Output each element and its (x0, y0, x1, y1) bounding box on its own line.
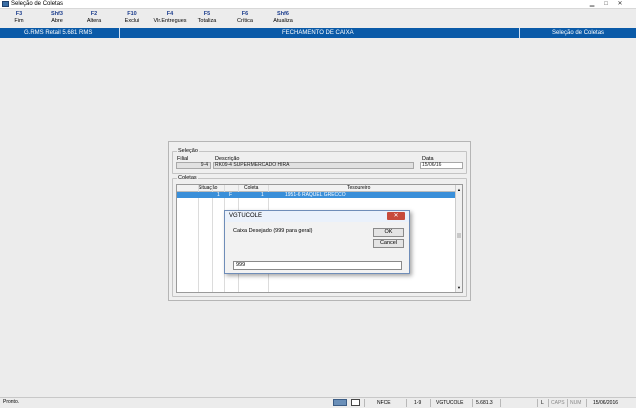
status-panel: L (537, 399, 547, 407)
status-panel: 1-9 (406, 399, 428, 407)
cell-situacao-1: 1 (217, 192, 220, 198)
table-row[interactable]: 1 F 1 1951-6 RAQUEL GRECCO (177, 192, 456, 198)
key-label: F5 (203, 11, 211, 17)
toolbar-button-totaliza[interactable]: F5 Totaliza (195, 11, 219, 25)
scroll-up-icon[interactable]: ▲ (457, 187, 461, 192)
descricao-field[interactable]: RK09-4 SUPERMERCADO HIRA (213, 162, 414, 169)
dialog-title: VGTUCOLE (229, 213, 263, 219)
app-header-bar: G.RMS Retail 5.681 RMS FECHAMENTO DE CAI… (0, 28, 636, 38)
dialog-close-icon[interactable]: ✕ (387, 212, 405, 220)
cell-situacao-2: F (229, 192, 233, 198)
grid-header: Situação Coleta Tesoureiro (177, 185, 456, 192)
cancel-button[interactable]: Cancel (373, 239, 404, 248)
maximize-icon[interactable]: □ (600, 0, 612, 8)
key-label: Shf6 (277, 11, 289, 17)
status-panel: 15/06/2016 (586, 399, 634, 407)
group-label: Seleção (177, 148, 199, 154)
key-label: F3 (15, 11, 23, 17)
button-label: Exclui (124, 18, 140, 24)
grid-line (212, 185, 213, 292)
key-label: F2 (90, 11, 98, 17)
input-dialog: VGTUCOLE ✕ Caixa Desejado (999 para gera… (224, 210, 410, 274)
toolbar-button-altera[interactable]: F2 Altera (84, 11, 104, 25)
key-label: F10 (127, 11, 137, 17)
key-label: F6 (241, 11, 249, 17)
close-icon[interactable]: ✕ (614, 0, 626, 8)
status-panel: NUM (567, 399, 585, 407)
app-icon (2, 1, 9, 7)
toolbar-button-fim[interactable]: F3 Fim (10, 11, 28, 25)
status-panel: CAPS (548, 399, 566, 407)
cell-tesoureiro: 1951-6 RAQUEL GRECCO (285, 192, 346, 198)
data-field[interactable]: 15/06/16 (420, 162, 463, 169)
toolbar-button-atualiza[interactable]: Shf6 Atualiza (270, 11, 296, 25)
dialog-titlebar: VGTUCOLE ✕ (225, 211, 409, 222)
toolbar-button-vlr-entregues[interactable]: F4 Vlr.Entregues (152, 11, 188, 25)
column-header-tesoureiro[interactable]: Tesoureiro (347, 185, 370, 192)
divider (519, 28, 520, 38)
status-panel: VGTUCOLE (430, 399, 470, 407)
toolbar-button-exclui[interactable]: F10 Exclui (122, 11, 142, 25)
column-header-situacao[interactable]: Situação (198, 185, 217, 192)
screen-title: Seleção de Coletas (552, 30, 605, 36)
module-title: FECHAMENTO DE CAIXA (282, 30, 354, 36)
status-bar: Pronto. NFCE 1-9 VGTUCOLE 5.681.3 L CAPS… (0, 397, 636, 407)
status-panel (500, 399, 535, 407)
scroll-thumb[interactable] (457, 233, 461, 238)
key-label: Shf3 (51, 11, 63, 17)
product-name: G.RMS Retail 5.681 RMS (24, 30, 93, 36)
toolbar-button-abre[interactable]: Shf3 Abre (46, 11, 68, 25)
toolbar-button-critica[interactable]: F6 Crítica (234, 11, 256, 25)
status-panel: 5.681.3 (472, 399, 498, 407)
scroll-down-icon[interactable]: ▼ (457, 285, 461, 290)
window-title: Seleção de Coletas (11, 1, 64, 7)
status-text: Pronto. (3, 399, 20, 405)
button-label: Abre (51, 18, 63, 24)
function-toolbar: F3 Fim Shf3 Abre F2 Altera F10 Exclui F4… (0, 9, 636, 28)
divider (119, 28, 120, 38)
button-label: Crítica (237, 18, 253, 24)
button-label: Totaliza (197, 18, 217, 24)
key-label: F4 (166, 11, 174, 17)
keyboard-icon (333, 399, 347, 406)
grid-line (198, 185, 199, 292)
filial-field[interactable]: 9-4 (176, 162, 211, 169)
column-header-coleta[interactable]: Coleta (244, 185, 258, 192)
ok-button[interactable]: OK (373, 228, 404, 237)
grid-scrollbar[interactable]: ▲ ▼ (455, 185, 462, 292)
document-icon (351, 399, 360, 406)
group-label: Coletas (177, 175, 198, 181)
button-label: Atualiza (273, 18, 293, 24)
button-label: Altera (86, 18, 102, 24)
status-panel: NFCE (364, 399, 404, 407)
cell-coleta: 1 (261, 192, 264, 198)
window-titlebar: Seleção de Coletas ▁ □ ✕ (0, 0, 636, 9)
button-label: Vlr.Entregues (153, 18, 187, 24)
button-label: Fim (14, 18, 24, 24)
dialog-message: Caixa Desejado (999 para geral) (233, 228, 313, 234)
caixa-input[interactable]: 999 (233, 261, 402, 270)
minimize-icon[interactable]: ▁ (586, 0, 598, 8)
